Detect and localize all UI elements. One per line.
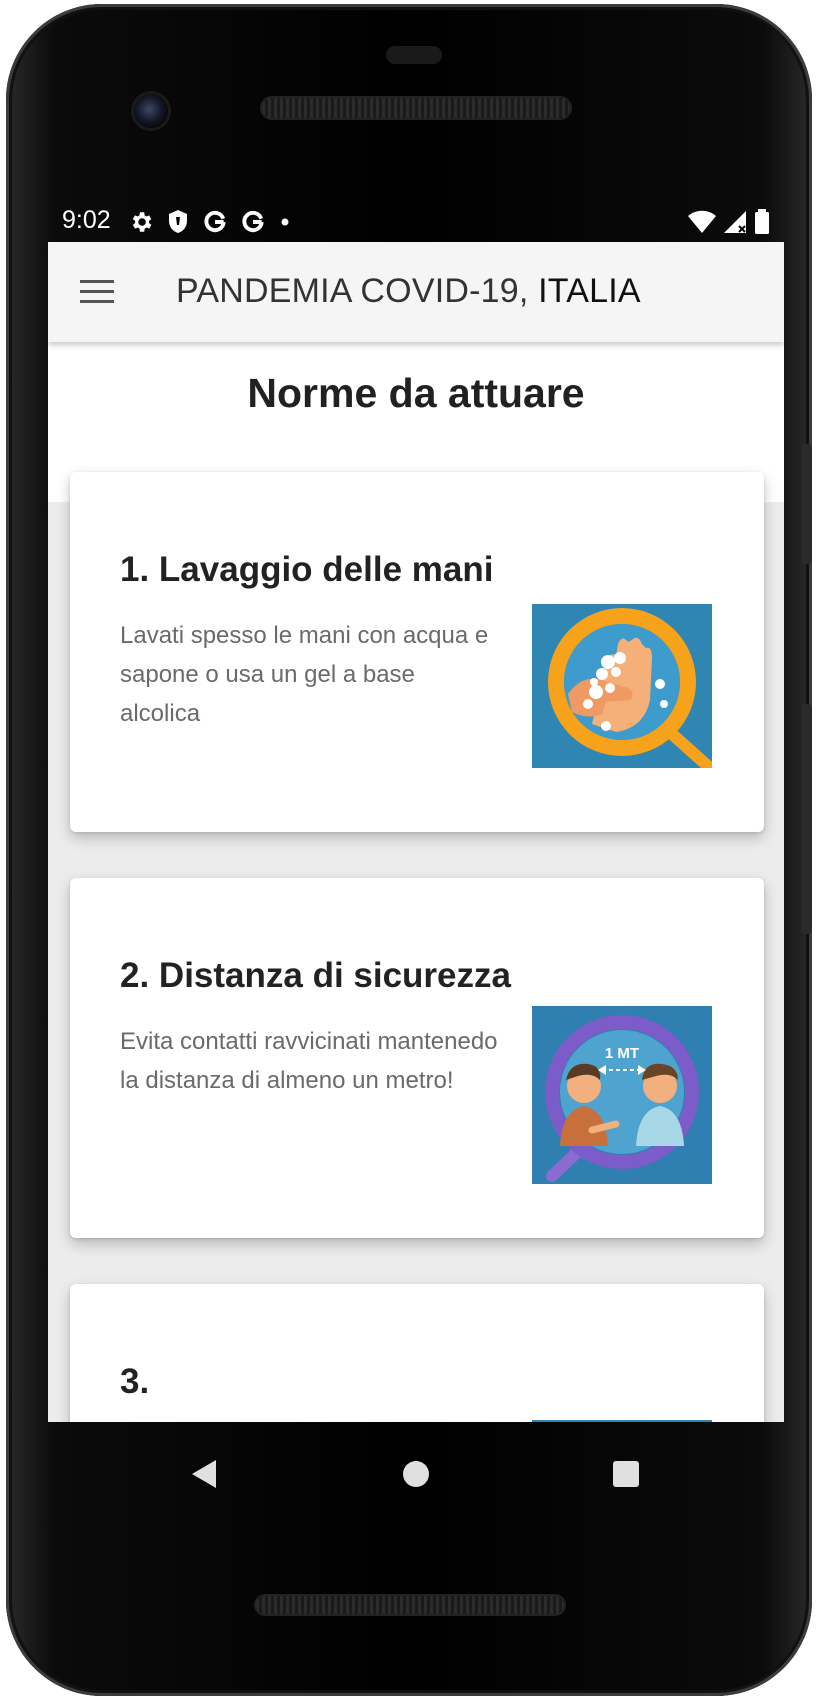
front-camera: [134, 94, 168, 128]
card-title: 2. Distanza di sicurezza: [120, 956, 511, 995]
scroll-content[interactable]: Norme da attuare 1. Lavaggio delle mani …: [48, 342, 784, 1422]
app-title-part2: ITALIA: [538, 272, 641, 310]
recents-square-icon[interactable]: [610, 1458, 642, 1490]
status-right-icons: [688, 206, 770, 238]
card-text: Lavati spesso le mani con acqua e sapone…: [120, 622, 489, 727]
card-title: 3.: [120, 1362, 150, 1401]
bottom-speaker: [256, 1596, 564, 1614]
status-left-icons: [128, 206, 292, 238]
top-speaker: [262, 98, 570, 118]
card-title: 1. Lavaggio delle mani: [120, 550, 494, 589]
page-title: Norme da attuare: [247, 370, 585, 416]
volume-button: [802, 704, 812, 934]
back-triangle-icon[interactable]: [188, 1458, 220, 1490]
social-distance-illustration: 1 MT: [532, 1006, 712, 1184]
app-title: PANDEMIA COVID-19, ITALIA: [176, 272, 641, 311]
dot-icon: [281, 218, 289, 226]
hamburger-menu-icon[interactable]: [80, 280, 114, 304]
cellular-signal-icon: [724, 211, 746, 233]
wifi-icon: [688, 210, 716, 233]
app-title-part1: PANDEMIA COVID-19,: [176, 272, 539, 310]
status-bar: 9:02: [48, 204, 784, 240]
app-screen: PANDEMIA COVID-19, ITALIA Norme da attua…: [48, 242, 784, 1422]
rule-card-distance[interactable]: 2. Distanza di sicurezza Evita contatti …: [70, 878, 764, 1238]
handwashing-illustration: [532, 604, 712, 768]
status-time: 9:02: [62, 206, 111, 234]
card-text: Evita contatti ravvicinati mantenedo la …: [120, 1028, 498, 1094]
power-button: [802, 444, 812, 564]
home-circle-icon[interactable]: [400, 1458, 432, 1490]
rule-card-3[interactable]: 3.: [70, 1284, 764, 1422]
rule-card-handwashing[interactable]: 1. Lavaggio delle mani Lavati spesso le …: [70, 472, 764, 832]
earpiece: [386, 46, 442, 64]
battery-icon: [755, 209, 769, 234]
google-g-icon: [204, 210, 226, 233]
phone-frame: 9:02 PANDEMIA COVID-19, ITALIA Norme da …: [6, 4, 812, 1696]
nav-bar: [48, 1422, 784, 1522]
distance-label: 1 MT: [605, 1045, 639, 1062]
settings-icon: [132, 212, 152, 232]
app-bar: PANDEMIA COVID-19, ITALIA: [48, 242, 784, 342]
google-g-icon: [242, 210, 264, 233]
shield-icon: [169, 210, 187, 233]
